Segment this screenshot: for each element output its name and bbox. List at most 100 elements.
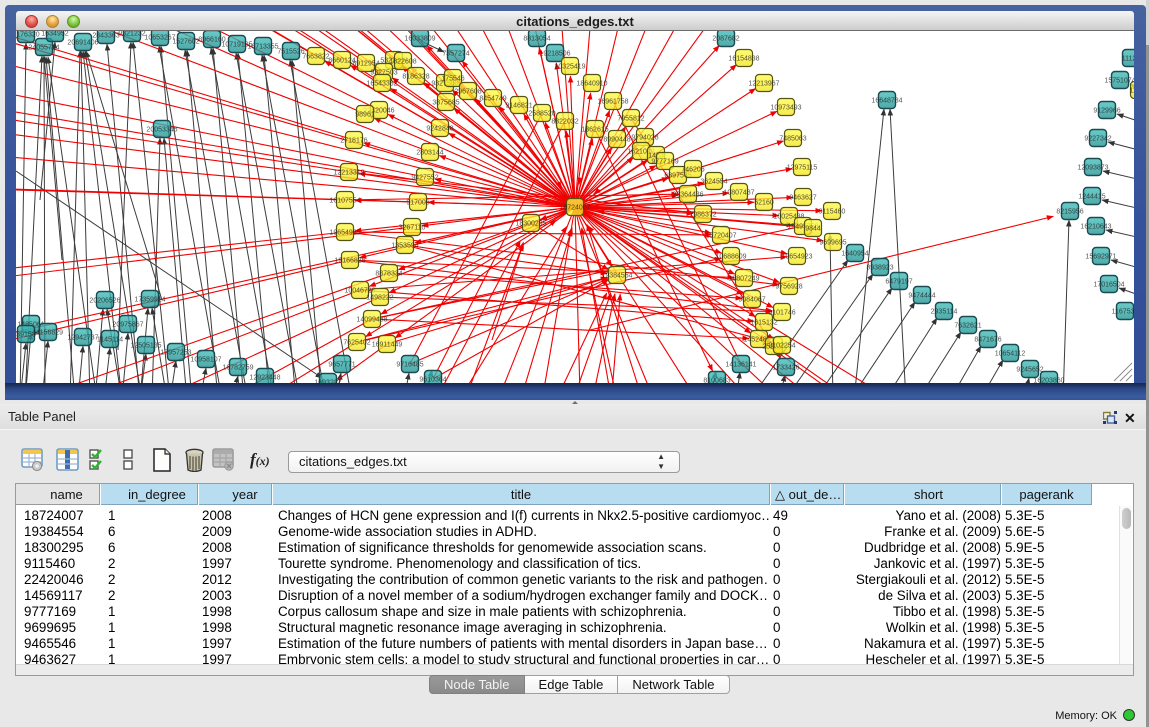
svg-text:16210643: 16210643 (1080, 224, 1111, 231)
svg-text:175546: 175546 (441, 76, 464, 83)
svg-text:7663822: 7663822 (302, 54, 329, 61)
svg-text:20053346: 20053346 (146, 127, 177, 134)
svg-text:12942737: 12942737 (67, 335, 98, 342)
svg-text:8454749: 8454749 (479, 96, 506, 103)
svg-text:7955812: 7955812 (617, 116, 644, 123)
svg-text:16033809: 16033809 (404, 36, 435, 43)
svg-text:24055714: 24055714 (28, 45, 59, 52)
svg-text:15751074: 15751074 (1104, 78, 1134, 85)
svg-text:12923448: 12923448 (249, 375, 280, 382)
svg-text:2935114: 2935114 (931, 309, 958, 316)
svg-text:1167534: 1167534 (1112, 309, 1134, 316)
svg-text:19218506: 19218506 (539, 51, 570, 58)
svg-text:17957253: 17957253 (160, 350, 191, 357)
svg-text:20975867: 20975867 (112, 322, 143, 329)
svg-text:9463627: 9463627 (789, 195, 816, 202)
svg-text:9657771: 9657771 (328, 362, 355, 369)
svg-text:6479197: 6479197 (885, 279, 912, 286)
svg-text:9245652: 9245652 (1016, 367, 1043, 374)
svg-text:14099488: 14099488 (356, 317, 387, 324)
svg-text:10688609: 10688609 (715, 254, 746, 261)
svg-text:1244415: 1244415 (1078, 194, 1105, 201)
svg-text:8186328: 8186328 (402, 74, 429, 81)
svg-text:9777169: 9777169 (651, 159, 678, 166)
svg-text:9474444: 9474444 (908, 293, 935, 300)
svg-text:1362615: 1362615 (581, 127, 608, 134)
svg-text:1822608: 1822608 (389, 59, 416, 66)
svg-text:9844: 9844 (805, 226, 821, 233)
svg-text:9146821: 9146821 (505, 103, 532, 110)
svg-text:8990448: 8990448 (603, 137, 630, 144)
svg-text:16107554: 16107554 (329, 198, 360, 205)
svg-text:7632621: 7632621 (954, 323, 981, 330)
svg-text:9242848: 9242848 (426, 126, 453, 133)
svg-text:16782759: 16782759 (222, 365, 253, 372)
svg-text:1693227: 1693227 (314, 380, 341, 383)
svg-text:98961: 98961 (355, 112, 375, 119)
svg-text:9129966: 9129966 (1093, 108, 1120, 115)
svg-text:10654112: 10654112 (995, 351, 1026, 358)
svg-text:2718176: 2718176 (340, 138, 367, 145)
svg-text:3624554: 3624554 (700, 179, 727, 186)
svg-text:10653267: 10653267 (144, 35, 175, 42)
svg-text:20206526: 20206526 (89, 298, 120, 305)
svg-text:1640954: 1640954 (841, 251, 868, 258)
svg-text:9794028: 9794028 (631, 135, 658, 142)
svg-text:16154838: 16154838 (728, 56, 759, 63)
svg-text:20691406: 20691406 (67, 40, 98, 47)
svg-text:18807249: 18807249 (728, 276, 759, 283)
svg-text:9227342: 9227342 (1084, 136, 1111, 143)
svg-text:11156829: 11156829 (33, 330, 63, 337)
svg-text:16713355: 16713355 (247, 44, 278, 51)
svg-text:8813054: 8813054 (523, 36, 550, 43)
svg-text:10325419: 10325419 (554, 64, 585, 71)
svg-text:9102254: 9102254 (768, 343, 795, 350)
svg-text:9101746: 9101746 (768, 310, 795, 317)
svg-text:2588520: 2588520 (528, 111, 555, 118)
svg-text:11321: 11321 (1130, 88, 1134, 95)
svg-text:9716485: 9716485 (396, 362, 423, 369)
svg-text:1615132: 1615132 (750, 320, 777, 327)
svg-text:8322032: 8322032 (551, 119, 578, 126)
svg-text:3267110: 3267110 (399, 225, 426, 232)
svg-text:1733426: 1733426 (772, 365, 799, 372)
svg-text:20364436: 20364436 (672, 192, 703, 199)
svg-text:8215956: 8215956 (1056, 209, 1083, 216)
svg-text:1527602: 1527602 (172, 39, 199, 46)
svg-text:2087682: 2087682 (712, 36, 739, 43)
svg-text:11123: 11123 (1122, 56, 1134, 63)
svg-text:15720407: 15720407 (705, 233, 736, 240)
svg-text:17359924: 17359924 (134, 297, 165, 304)
svg-text:2803144: 2803144 (416, 150, 443, 157)
svg-text:9084067: 9084067 (738, 297, 765, 304)
svg-text:16961758: 16961758 (597, 99, 628, 106)
svg-text:16648784: 16648784 (871, 98, 902, 105)
svg-text:16911449: 16911449 (372, 342, 403, 349)
svg-text:19384554: 19384554 (601, 273, 632, 280)
svg-text:1145114: 1145114 (97, 337, 123, 344)
svg-text:2967608: 2967608 (454, 89, 481, 96)
svg-text:18300295: 18300295 (515, 221, 546, 228)
svg-text:9321232: 9321232 (118, 31, 145, 38)
svg-text:7625402: 7625402 (343, 340, 370, 347)
svg-text:16203860: 16203860 (1033, 378, 1064, 383)
svg-text:7986372: 7986372 (689, 212, 716, 219)
svg-text:9427552: 9427552 (411, 175, 438, 182)
svg-text:12093873: 12093873 (1077, 165, 1108, 172)
svg-text:1634952: 1634952 (41, 31, 68, 38)
svg-text:9756928: 9756928 (775, 284, 802, 291)
svg-text:10958107: 10958107 (190, 357, 221, 364)
svg-text:19166825: 19166825 (334, 258, 365, 265)
svg-text:10807487: 10807487 (723, 190, 754, 197)
svg-text:1353594: 1353594 (391, 243, 418, 250)
svg-text:3875685: 3875685 (432, 100, 459, 107)
svg-text:8100683: 8100683 (703, 378, 730, 383)
svg-text:9699695: 9699695 (819, 240, 846, 247)
svg-text:15692971: 15692971 (1085, 254, 1116, 261)
svg-text:7515526: 7515526 (277, 49, 304, 56)
svg-text:10973493: 10973493 (770, 105, 801, 112)
svg-text:746206: 746206 (681, 167, 704, 174)
svg-text:14136141: 14136141 (725, 362, 756, 369)
svg-text:8878334: 8878334 (375, 271, 402, 278)
svg-text:1498222: 1498222 (366, 295, 393, 302)
